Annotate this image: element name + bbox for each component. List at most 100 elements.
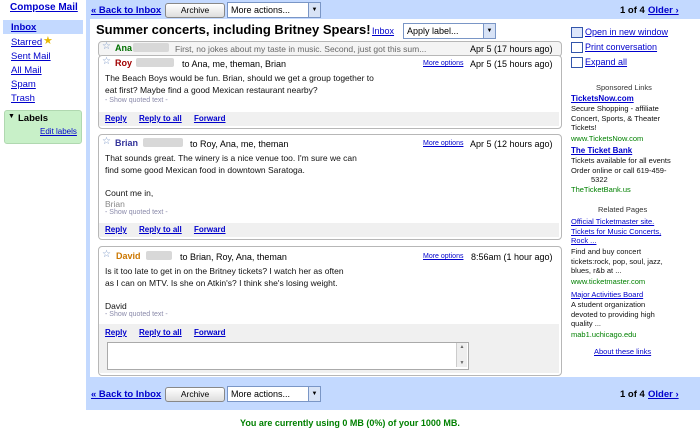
expand-icon <box>571 57 583 68</box>
archive-button-top[interactable]: Archive <box>165 3 225 18</box>
back-to-inbox-bottom[interactable]: « Back to Inbox <box>91 389 161 400</box>
expand-all-link[interactable]: Expand all <box>585 57 627 67</box>
sender-name: Roy <box>115 58 133 68</box>
reply-all-link[interactable]: Reply to all <box>139 114 182 123</box>
nav-item-trash[interactable]: Trash <box>11 93 35 104</box>
ad-url[interactable]: www.TicketsNow.com <box>571 134 643 143</box>
ad-url[interactable]: TheTicketBank.us <box>571 185 631 194</box>
message-actions: Reply Reply to all Forward <box>105 114 236 123</box>
ad-title[interactable]: The Ticket Bank <box>571 146 632 155</box>
labels-title[interactable]: Labels <box>18 113 48 124</box>
body-line: That sounds great. The winery is a nice … <box>105 153 357 163</box>
star-outline-icon[interactable]: ☆ <box>102 56 111 67</box>
new-window-icon <box>571 27 583 38</box>
chevron-down-icon: ▼ <box>308 3 320 17</box>
compose-mail-link[interactable]: Compose Mail <box>10 2 78 13</box>
chevron-down-icon: ▼ <box>483 24 495 38</box>
storage-usage-footer: You are currently using 0 MB (0%) of you… <box>240 418 460 428</box>
message-actions: Reply Reply to all Forward <box>105 225 236 234</box>
chevron-down-icon: ▼ <box>308 387 320 401</box>
reply-link[interactable]: Reply <box>105 114 127 123</box>
related-url[interactable]: www.ticketmaster.com <box>571 277 645 286</box>
star-icon: ★ <box>43 35 53 47</box>
star-outline-icon[interactable]: ☆ <box>102 41 111 52</box>
print-icon <box>571 42 583 53</box>
forward-link[interactable]: Forward <box>194 328 226 337</box>
related-url[interactable]: mab1.uchicago.edu <box>571 330 636 339</box>
related-pages-heading: Related Pages <box>598 205 648 214</box>
related-title-line[interactable]: Tickets for Music Concerts, <box>571 227 661 237</box>
nav-item-starred[interactable]: Starred <box>11 37 42 48</box>
show-quoted-link[interactable]: - Show quoted text - <box>105 97 168 104</box>
blurred-address <box>133 43 169 52</box>
ad-line: 5322 <box>591 175 608 184</box>
nav-item-inbox[interactable]: Inbox <box>11 22 36 33</box>
ad-line: Order online or call 619-459- <box>571 165 667 175</box>
related-line: quality ... <box>571 319 602 328</box>
edit-labels-link[interactable]: Edit labels <box>40 127 77 136</box>
ad-line: Secure Shopping - affiliate <box>571 104 659 113</box>
star-outline-icon[interactable]: ☆ <box>102 136 111 147</box>
scrollbar[interactable]: ▲ ▼ <box>456 343 467 367</box>
nav-item-spam[interactable]: Spam <box>11 79 36 90</box>
related-title-line[interactable]: Rock ... <box>571 236 661 246</box>
sponsored-links-heading: Sponsored Links <box>596 83 652 92</box>
about-these-links[interactable]: About these links <box>594 347 651 356</box>
body-line: Is it too late to get in on the Britney … <box>105 266 344 276</box>
open-new-window-link[interactable]: Open in new window <box>585 27 668 37</box>
conversation-subject: Summer concerts, including Britney Spear… <box>96 22 371 37</box>
more-actions-label: More actions... <box>231 389 291 399</box>
related-line: A student organization <box>571 300 646 309</box>
more-options-link[interactable]: More options <box>423 140 463 147</box>
recipients: to Brian, Roy, Ana, theman <box>180 252 287 262</box>
ad-title[interactable]: TicketsNow.com <box>571 94 634 103</box>
blurred-address <box>143 138 183 147</box>
body-line: Count me in, <box>105 187 154 198</box>
ad-line: Concert, Sports, & Theater <box>571 113 661 123</box>
ad-text: Tickets available for all events Order o… <box>571 156 671 185</box>
related-line: tickets:rock, pop, soul, jazz, <box>571 256 663 266</box>
forward-link[interactable]: Forward <box>194 225 226 234</box>
star-outline-icon[interactable]: ☆ <box>102 249 111 260</box>
body-line <box>105 176 357 188</box>
show-quoted-link[interactable]: - Show quoted text - <box>105 209 168 216</box>
related-text: A student organization devoted to provid… <box>571 300 655 329</box>
reply-link[interactable]: Reply <box>105 225 127 234</box>
nav-item-sent-mail[interactable]: Sent Mail <box>11 51 51 62</box>
related-title[interactable]: Official Ticketmaster site. Tickets for … <box>571 217 661 246</box>
reply-link[interactable]: Reply <box>105 328 127 337</box>
reply-all-link[interactable]: Reply to all <box>139 225 182 234</box>
print-conversation-link[interactable]: Print conversation <box>585 42 657 52</box>
message-time: Apr 5 (17 hours ago) <box>470 44 553 54</box>
more-options-link[interactable]: More options <box>423 60 463 67</box>
more-actions-select-top[interactable]: More actions... ▼ <box>227 2 321 18</box>
forward-link[interactable]: Forward <box>194 114 226 123</box>
nav-item-all-mail[interactable]: All Mail <box>11 65 42 76</box>
related-line: devoted to providing high <box>571 309 655 319</box>
body-line: find some good Mexican food in downtown … <box>105 164 305 175</box>
older-link-bottom[interactable]: Older › <box>648 389 679 400</box>
more-actions-select-bottom[interactable]: More actions... ▼ <box>227 386 321 402</box>
ad-text: Secure Shopping - affiliate Concert, Spo… <box>571 104 660 133</box>
related-line: blues, r&b at ... <box>571 266 622 275</box>
body-line <box>105 289 344 301</box>
archive-button-bottom[interactable]: Archive <box>165 387 225 402</box>
pager-text-top: 1 of 4 <box>620 5 645 16</box>
message-time: Apr 5 (12 hours ago) <box>470 139 553 149</box>
apply-label-select[interactable]: Apply label... ▼ <box>403 23 496 39</box>
more-options-link[interactable]: More options <box>423 253 463 260</box>
recipients: to Roy, Ana, me, theman <box>190 139 289 149</box>
inbox-label-tag[interactable]: Inbox <box>372 26 394 36</box>
related-title-line[interactable]: Official Ticketmaster site. <box>571 217 661 227</box>
triangle-down-icon[interactable]: ▼ <box>8 113 15 120</box>
show-quoted-link[interactable]: - Show quoted text - <box>105 311 168 318</box>
related-title[interactable]: Major Activities Board <box>571 290 643 299</box>
back-to-inbox-top[interactable]: « Back to Inbox <box>91 5 161 16</box>
reply-all-link[interactable]: Reply to all <box>139 328 182 337</box>
older-link-top[interactable]: Older › <box>648 5 679 16</box>
apply-label-text: Apply label... <box>407 26 459 36</box>
left-nav: Compose Mail Inbox Starred ★ Sent Mail A… <box>0 0 86 430</box>
reply-textarea[interactable] <box>107 342 469 370</box>
message-actions: Reply Reply to all Forward <box>105 328 236 337</box>
sender-name: Brian <box>115 138 139 148</box>
